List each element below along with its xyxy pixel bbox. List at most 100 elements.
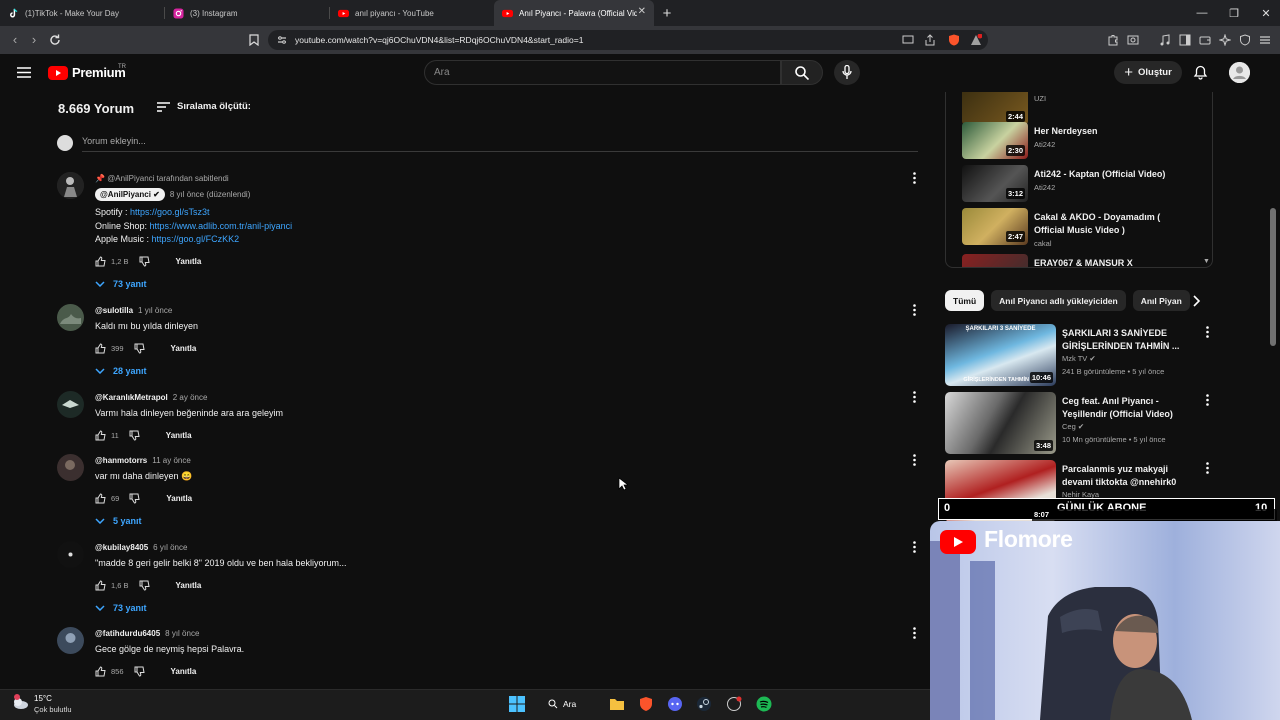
screenshot-icon[interactable] — [1127, 34, 1139, 46]
reply-button[interactable]: Yanıtla — [166, 431, 192, 440]
music-icon[interactable] — [1159, 34, 1171, 46]
more-options-icon[interactable] — [912, 304, 917, 316]
spotify-icon[interactable] — [756, 696, 772, 712]
chip-from-uploader[interactable]: Anıl Piyancı adlı yükleyiciden — [991, 290, 1126, 311]
page-scrollbar[interactable] — [1270, 208, 1276, 346]
sort-button[interactable]: Sıralama ölçütü: — [157, 101, 251, 112]
chip-related[interactable]: Anıl Piyan — [1132, 290, 1190, 311]
comment-time[interactable]: 8 yıl önce — [165, 629, 199, 638]
taskbar-search[interactable]: Ara — [548, 695, 588, 713]
create-button[interactable]: + Oluştur — [1114, 61, 1182, 84]
comment-avatar[interactable] — [57, 391, 84, 418]
comment-author[interactable]: @KaranlıkMetrapol — [95, 393, 168, 402]
youtube-premium-logo[interactable]: Premium TR — [48, 64, 126, 80]
apple-music-link[interactable]: https://goo.gl/FCzKK2 — [152, 234, 240, 244]
comment-avatar[interactable] — [57, 627, 84, 654]
shop-link[interactable]: https://www.adlib.com.tr/anil-piyanci — [150, 221, 293, 231]
dislike-icon[interactable] — [129, 430, 140, 441]
like-icon[interactable] — [95, 492, 106, 504]
comment-author[interactable]: @AnilPiyanci ✔ — [95, 188, 165, 201]
discord-icon[interactable] — [667, 696, 683, 712]
game-launcher-icon[interactable] — [726, 696, 742, 712]
more-options-icon[interactable] — [912, 391, 917, 403]
close-tab-icon[interactable]: ✕ — [638, 7, 646, 17]
more-options-icon[interactable] — [1205, 326, 1210, 338]
close-window-icon[interactable]: ✕ — [1250, 0, 1280, 26]
sidebar-icon[interactable] — [1179, 34, 1191, 46]
new-tab-button[interactable]: + — [654, 0, 680, 26]
brave-shield-icon[interactable] — [948, 34, 960, 46]
comment-author[interactable]: @sulotilla — [95, 306, 133, 315]
forward-icon[interactable]: › — [27, 33, 41, 47]
steam-icon[interactable] — [696, 696, 712, 712]
like-icon[interactable] — [95, 342, 106, 354]
menu-icon[interactable] — [1259, 34, 1271, 46]
brave-browser-icon[interactable] — [638, 696, 654, 712]
comment-avatar[interactable] — [57, 454, 84, 481]
extensions-icon[interactable] — [1107, 34, 1119, 46]
minimize-icon[interactable]: — — [1186, 0, 1218, 26]
reply-button[interactable]: Yanıtla — [176, 257, 202, 266]
chip-all[interactable]: Tümü — [945, 290, 985, 311]
comment-time[interactable]: 6 yıl önce — [153, 543, 187, 552]
brave-rewards-icon[interactable] — [970, 34, 982, 46]
comment-time[interactable]: 1 yıl önce — [138, 306, 172, 315]
tab-instagram[interactable]: (3) Instagram — [165, 0, 330, 26]
reply-button[interactable]: Yanıtla — [176, 581, 202, 590]
tab-tiktok[interactable]: (1)TikTok - Make Your Day — [0, 0, 165, 26]
comment-time[interactable]: 8 yıl önce (düzenlendi) — [170, 190, 251, 199]
vpn-icon[interactable] — [1239, 34, 1251, 46]
search-button[interactable] — [781, 60, 823, 85]
comment-avatar[interactable] — [57, 541, 84, 568]
chevron-right-icon[interactable] — [1190, 295, 1202, 307]
more-options-icon[interactable] — [1205, 394, 1210, 406]
comment-avatar[interactable] — [57, 172, 84, 199]
like-icon[interactable] — [95, 665, 106, 677]
like-icon[interactable] — [95, 579, 106, 591]
comment-avatar[interactable] — [57, 304, 84, 331]
share-icon[interactable] — [924, 34, 936, 46]
reload-icon[interactable] — [48, 33, 62, 47]
show-replies-button[interactable]: 5 yanıt — [95, 516, 875, 526]
hamburger-menu-icon[interactable] — [17, 67, 31, 78]
weather-icon[interactable] — [12, 693, 30, 711]
add-comment-input[interactable]: Yorum ekleyin... — [82, 136, 146, 146]
reply-button[interactable]: Yanıtla — [171, 344, 197, 353]
back-icon[interactable]: ‹ — [8, 33, 22, 47]
notifications-icon[interactable] — [1193, 65, 1208, 80]
maximize-icon[interactable]: ❐ — [1218, 0, 1250, 26]
spotify-link[interactable]: https://goo.gl/sTsz3t — [130, 207, 210, 217]
site-settings-icon[interactable] — [277, 35, 287, 45]
cast-icon[interactable] — [902, 34, 914, 46]
file-explorer-icon[interactable] — [609, 696, 625, 712]
comment-author[interactable]: @fatihdurdu6405 — [95, 629, 160, 638]
comment-author[interactable]: @hanmotorrs — [95, 456, 147, 465]
playlist-scroll-down-icon[interactable]: ▼ — [1203, 258, 1210, 265]
reply-button[interactable]: Yanıtla — [171, 667, 197, 676]
like-icon[interactable] — [95, 255, 106, 267]
account-avatar[interactable] — [1229, 62, 1250, 83]
search-input[interactable] — [424, 60, 781, 85]
reply-button[interactable]: Yanıtla — [166, 494, 192, 503]
voice-search-button[interactable] — [834, 60, 860, 85]
dislike-icon[interactable] — [134, 343, 145, 354]
show-replies-button[interactable]: 28 yanıt — [95, 366, 875, 376]
show-replies-button[interactable]: 73 yanıt — [95, 603, 875, 613]
dislike-icon[interactable] — [139, 580, 150, 591]
more-options-icon[interactable] — [912, 627, 917, 639]
more-options-icon[interactable] — [912, 454, 917, 466]
comment-time[interactable]: 2 ay önce — [173, 393, 208, 402]
like-icon[interactable] — [95, 429, 106, 441]
comment-time[interactable]: 11 ay önce — [152, 456, 191, 465]
tab-youtube-search[interactable]: anıl piyancı - YouTube — [330, 0, 495, 26]
leo-ai-icon[interactable] — [1219, 34, 1231, 46]
more-options-icon[interactable] — [912, 172, 917, 184]
wallet-icon[interactable] — [1199, 34, 1211, 46]
more-options-icon[interactable] — [912, 541, 917, 553]
dislike-icon[interactable] — [129, 493, 140, 504]
bookmark-icon[interactable] — [249, 34, 259, 46]
more-options-icon[interactable] — [1205, 462, 1210, 474]
tab-youtube-video[interactable]: Anıl Piyancı - Palavra (Official Vid ✕ — [494, 0, 654, 26]
windows-start-icon[interactable] — [509, 696, 525, 712]
comment-author[interactable]: @kubilay8405 — [95, 543, 148, 552]
